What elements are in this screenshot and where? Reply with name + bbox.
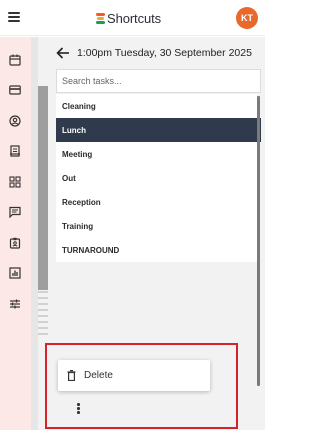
account-circle-icon[interactable] [9, 115, 21, 127]
task-list: Cleaning Lunch Meeting Out Reception Tra… [56, 94, 261, 262]
bar-chart-icon[interactable] [9, 267, 21, 279]
trash-icon [67, 370, 76, 381]
time-ruler [38, 290, 48, 340]
timeline-strip [38, 86, 48, 290]
date-header: 1:00pm Tuesday, 30 September 2025 [56, 45, 265, 61]
notes-icon[interactable] [9, 145, 21, 157]
rail-divider [31, 37, 38, 430]
menu-icon[interactable] [8, 12, 20, 22]
dashboard-icon[interactable] [9, 176, 21, 188]
brand-logo: Shortcuts [96, 10, 161, 26]
task-item-meeting[interactable]: Meeting [56, 142, 257, 166]
brand-name: Shortcuts [107, 10, 162, 26]
back-arrow-icon[interactable] [56, 47, 70, 59]
task-item-out[interactable]: Out [56, 166, 257, 190]
badge-icon[interactable] [9, 237, 21, 249]
list-scrollbar[interactable] [257, 96, 260, 386]
task-item-reception[interactable]: Reception [56, 190, 257, 214]
top-bar: Shortcuts KT [0, 0, 265, 36]
calendar-icon[interactable] [9, 54, 21, 66]
search-tasks-input[interactable] [56, 69, 261, 93]
task-item-cleaning[interactable]: Cleaning [56, 94, 257, 118]
context-menu: Delete [58, 360, 210, 391]
task-item-lunch[interactable]: Lunch [56, 118, 261, 142]
shortcuts-logo-icon [96, 12, 105, 24]
message-icon[interactable] [9, 206, 21, 218]
tune-icon[interactable] [9, 298, 21, 310]
delete-menu-item[interactable]: Delete [84, 370, 113, 381]
date-title: 1:00pm Tuesday, 30 September 2025 [77, 47, 252, 59]
card-icon[interactable] [9, 84, 21, 96]
sidebar-rail [0, 37, 31, 430]
task-item-turnaround[interactable]: TURNAROUND [56, 238, 257, 262]
app: Shortcuts KT 1:00pm Tuesday, 30 Septembe… [0, 0, 265, 430]
avatar[interactable]: KT [236, 7, 258, 29]
more-vert-icon[interactable] [77, 403, 81, 415]
task-item-training[interactable]: Training [56, 214, 257, 238]
